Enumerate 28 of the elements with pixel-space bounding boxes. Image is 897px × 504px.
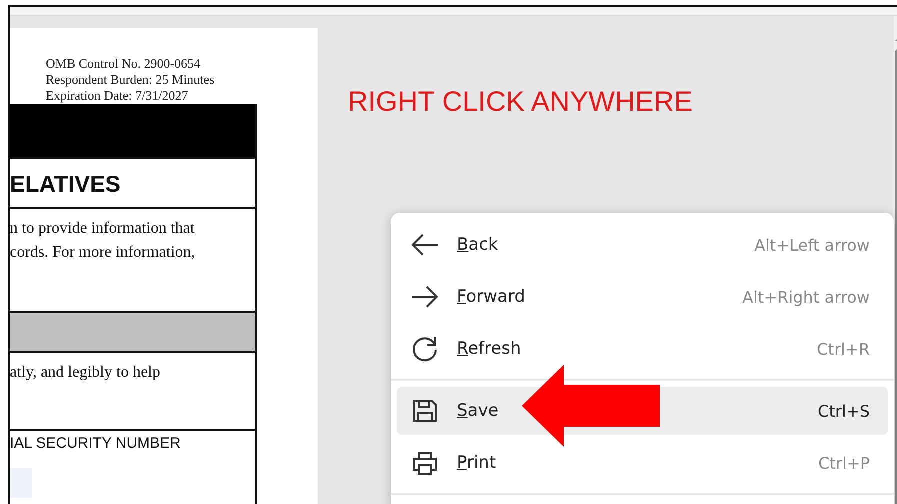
back-arrow-icon <box>411 233 439 257</box>
menu-item-label: Refresh <box>457 339 522 359</box>
menu-item-label: Back <box>457 235 500 255</box>
shortcut-text: Ctrl+P <box>818 454 870 472</box>
shortcut-text: Alt+Right arrow <box>742 288 870 306</box>
intro-text-line: n to provide information that <box>10 219 196 239</box>
menu-item[interactable]: Print Ctrl+P <box>397 439 888 487</box>
menu-item[interactable]: Forward Alt+Right arrow <box>397 273 888 321</box>
instruction-heading: RIGHT CLICK ANYWHERE <box>348 86 694 118</box>
menu-item-label: Save <box>457 401 500 421</box>
field-label: IAL SECURITY NUMBER <box>10 435 182 452</box>
form-header-line: Respondent Burden: 25 Minutes <box>46 72 216 88</box>
menu-item[interactable]: Refresh Ctrl+R <box>397 325 888 373</box>
intro-text-line: cords. For more information, <box>10 243 196 263</box>
shortcut-text: Ctrl+S <box>818 402 870 420</box>
form-title: ELATIVES <box>10 171 122 198</box>
shortcut-text: Alt+Left arrow <box>754 236 870 254</box>
forward-arrow-icon <box>411 285 439 309</box>
menu-item[interactable]: Back Alt+Left arrow <box>397 221 888 269</box>
input-field[interactable] <box>10 468 32 498</box>
form-header-line: Expiration Date: 7/31/2027 <box>46 88 190 104</box>
print-icon <box>411 450 439 476</box>
menu-item-label: Forward <box>457 287 526 307</box>
shortcut-text: Ctrl+R <box>817 340 870 358</box>
refresh-icon <box>411 335 439 363</box>
instruction-text: atly, and legibly to help <box>10 363 162 383</box>
menu-item-label: Print <box>457 453 498 473</box>
form-header-line: OMB Control No. 2900-0654 <box>46 56 202 72</box>
